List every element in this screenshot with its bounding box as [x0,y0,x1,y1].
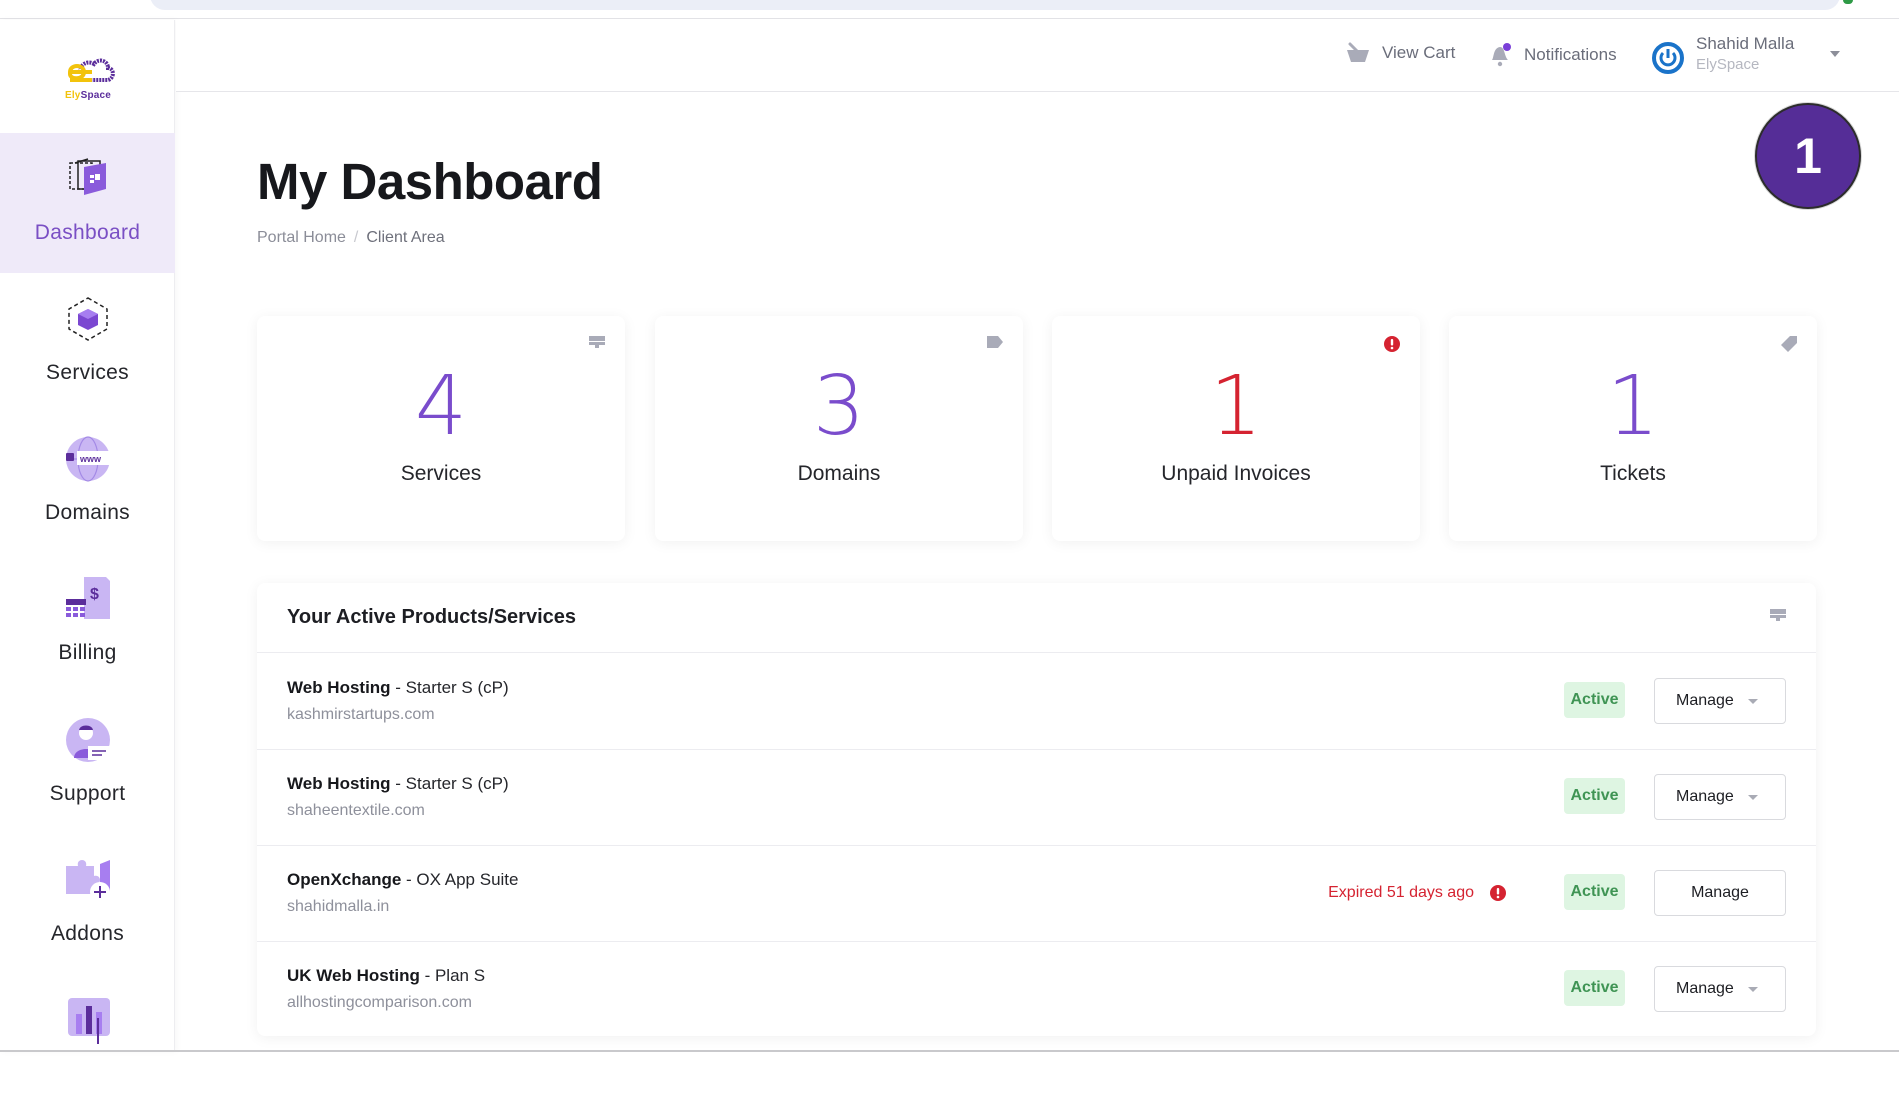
server-icon [1770,609,1786,621]
expiry-warning: Expired 51 days ago [1328,884,1506,902]
breadcrumb-portal-home[interactable]: Portal Home [257,229,346,246]
exclamation-circle-icon [1384,336,1400,352]
product-domain: allhostingcomparison.com [287,994,472,1011]
status-badge: Active [1564,874,1625,910]
sidebar-item-label: Services [46,361,129,384]
view-cart-label: View Cart [1382,43,1456,62]
browser-toolbar [0,0,1899,19]
server-icon [589,336,605,348]
support-agent-icon [66,718,110,762]
user-organization: ElySpace [1696,56,1760,73]
chevron-down-icon [1748,699,1758,704]
product-domain: kashmirstartups.com [287,706,435,723]
stat-card-unpaid-invoices[interactable]: 1 Unpaid Invoices [1052,316,1420,541]
sidebar-item-services[interactable]: Services [0,273,175,413]
logo-text: ElySpace [64,90,112,101]
stat-label: Domains [797,462,881,485]
user-power-avatar-icon [1652,42,1684,74]
product-row[interactable]: Web Hosting - Starter S (cP) kashmirstar… [257,654,1816,750]
sidebar-item-support[interactable]: Support [0,694,175,834]
panel-title: Your Active Products/Services [287,606,577,628]
stat-value: 4 [414,359,468,454]
stat-card-tickets[interactable]: 1 Tickets [1449,316,1817,541]
user-name: Shahid Malla [1696,34,1795,53]
stat-value: 3 [812,359,866,454]
addons-puzzle-icon [66,860,110,902]
step-number-badge: 1 [1755,103,1861,209]
sidebar-item-domains[interactable]: www Domains [0,413,175,553]
stat-label: Services [400,462,482,485]
product-row[interactable]: OpenXchange - OX App Suite shahidmalla.i… [257,846,1816,942]
manage-button[interactable]: Manage [1654,966,1786,1012]
product-domain: shaheentextile.com [287,802,425,819]
chevron-down-icon [1748,795,1758,800]
product-row[interactable]: UK Web Hosting - Plan S allhostingcompar… [257,942,1816,1038]
product-name[interactable]: Web Hosting - Starter S (cP) [287,774,509,794]
status-badge: Active [1564,778,1625,814]
notification-dot [1503,43,1511,51]
breadcrumb: Portal Home / Client Area [257,229,445,247]
status-badge: Active [1564,682,1625,718]
svg-text:www: www [79,454,102,464]
sidebar-item-dashboard[interactable]: Dashboard [0,133,175,273]
dashboard-icon [69,158,106,195]
extension-icon[interactable] [1843,0,1853,4]
notifications-label: Notifications [1524,45,1617,64]
sidebar-item-billing[interactable]: $ Billing [0,553,175,693]
sidebar-item-label: Dashboard [34,221,141,244]
cloud-logo-icon [67,58,115,82]
sidebar-item-label: Support [49,782,126,805]
breadcrumb-current: Client Area [366,229,445,246]
chevron-down-icon [1748,987,1758,992]
status-badge: Active [1564,970,1625,1006]
panel-header: Your Active Products/Services [257,583,1816,653]
domains-globe-icon: www [66,436,110,482]
product-name[interactable]: UK Web Hosting - Plan S [287,966,485,986]
stat-card-domains[interactable]: 3 Domains [655,316,1023,541]
view-cart-link[interactable]: View Cart [1346,42,1455,64]
bell-icon [1492,43,1511,67]
user-menu[interactable]: Shahid Malla ElySpace [1652,34,1842,80]
address-bar[interactable] [150,0,1840,10]
breadcrumb-separator: / [353,229,359,246]
cart-basket-icon [1347,42,1369,62]
exclamation-circle-icon [1490,885,1506,901]
elyspace-logo[interactable]: ElySpace [58,50,118,102]
manage-button[interactable]: Manage [1654,870,1786,916]
reports-chart-icon [68,998,110,1044]
svg-text:$: $ [90,586,99,603]
product-name[interactable]: Web Hosting - Starter S (cP) [287,678,509,698]
billing-invoice-icon: $ [66,577,110,619]
top-header: View Cart Notifications Shahid Malla Ely… [176,20,1899,92]
ticket-icon [1781,336,1797,352]
tag-icon [987,336,1003,348]
sidebar-item-label: Billing [58,641,117,664]
services-cube-icon [68,297,108,341]
stat-label: Unpaid Invoices [1161,462,1311,485]
manage-button[interactable]: Manage [1654,774,1786,820]
notifications-link[interactable]: Notifications [1488,42,1617,68]
sidebar-item-label: Addons [50,922,125,945]
product-name[interactable]: OpenXchange - OX App Suite [287,870,519,890]
sidebar-item-label: Domains [45,501,130,524]
stat-value: 1 [1209,359,1263,454]
page-title: My Dashboard [257,153,603,210]
stat-label: Tickets [1600,462,1666,485]
chevron-down-icon [1830,51,1840,57]
sidebar: ElySpace Dashboard Services www Domains [0,20,175,1052]
stat-value: 1 [1606,359,1660,454]
manage-button[interactable]: Manage [1654,678,1786,724]
product-domain: shahidmalla.in [287,898,390,915]
active-products-panel: Your Active Products/Services Web Hostin… [257,583,1816,1036]
sidebar-item-reports[interactable] [0,974,175,1114]
stat-card-services[interactable]: 4 Services [257,316,625,541]
product-row[interactable]: Web Hosting - Starter S (cP) shaheentext… [257,750,1816,846]
sidebar-item-addons[interactable]: Addons [0,834,175,974]
